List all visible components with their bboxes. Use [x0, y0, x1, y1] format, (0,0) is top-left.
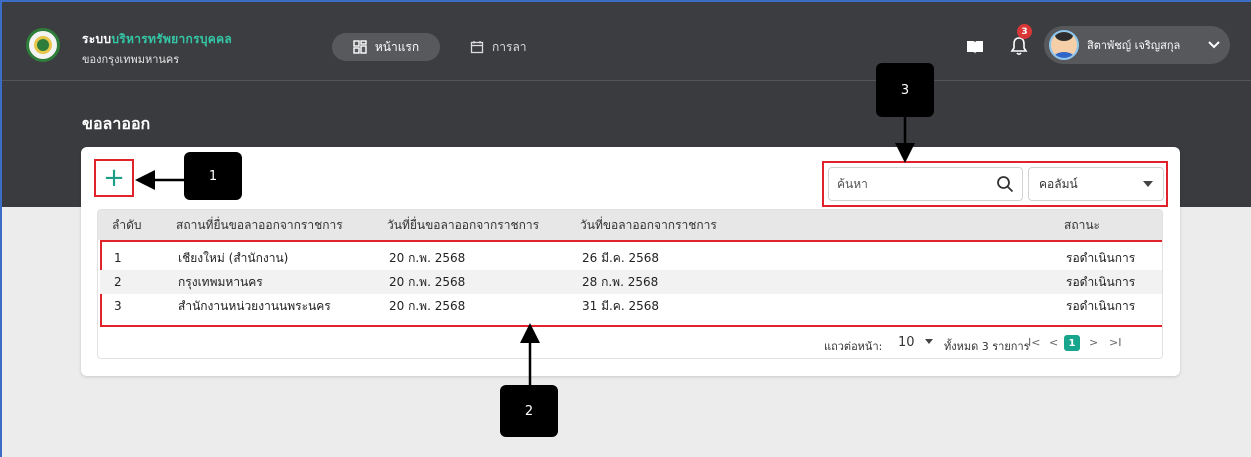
total-count-label: ทั้งหมด 3 รายการ: [944, 340, 1030, 353]
bell-icon: [1010, 37, 1028, 56]
book-icon: [967, 41, 983, 54]
callout-2: 2: [500, 385, 558, 437]
page-title: ขอลาออก: [82, 114, 151, 133]
dashboard-icon: [353, 40, 367, 54]
avatar: [1049, 30, 1079, 60]
row-resign-date: 31 มี.ค. 2568: [582, 298, 660, 313]
row-order: 3: [114, 299, 122, 313]
row-resign-date: 26 มี.ค. 2568: [582, 250, 660, 265]
column-header-resign-date[interactable]: วันที่ขอลาออกจากราชการ: [580, 210, 717, 240]
brand-subtitle: ของกรุงเทพมหานคร: [82, 53, 180, 66]
add-request-button[interactable]: +: [94, 159, 134, 197]
column-header-submit-date[interactable]: วันที่ยื่นขอลาออกจากราชการ: [387, 210, 539, 240]
bma-logo: [26, 28, 60, 62]
callout-1: 1: [184, 152, 242, 200]
search-icon[interactable]: [996, 175, 1014, 193]
caret-down-icon: [1143, 181, 1153, 187]
nav-home-label: หน้าแรก: [374, 39, 420, 54]
brand-title: ระบบบริหารทรัพยากรบุคคล: [82, 30, 232, 49]
resignation-list-card: + คอลัมน์ ลำดับ สถานที่ยื่นขอลาออกจากราช…: [81, 147, 1180, 376]
column-header-status[interactable]: สถานะ: [1064, 210, 1100, 240]
notification-count-badge: 3: [1017, 24, 1032, 39]
row-location: กรุงเทพมหานคร: [178, 274, 263, 289]
table-row[interactable]: 3 สำนักงานหน่วยงานนพระนคร 20 ก.พ. 2568 3…: [100, 294, 1162, 318]
column-header-location[interactable]: สถานที่ยื่นขอลาออกจากราชการ: [176, 210, 343, 240]
chevron-down-icon: [1208, 41, 1220, 49]
nav-leave-link[interactable]: การลา: [470, 33, 527, 61]
column-header-order[interactable]: ลำดับ: [112, 210, 142, 240]
search-input[interactable]: [828, 167, 1023, 201]
search-toolbar-highlight: คอลัมน์: [822, 161, 1168, 207]
column-select-label: คอลัมน์: [1039, 176, 1078, 191]
table-rows-highlight: 1 เชียงใหม่ (สำนักงาน) 20 ก.พ. 2568 26 ม…: [100, 240, 1162, 327]
next-page-button[interactable]: >: [1089, 336, 1098, 349]
row-status: รอดำเนินการ: [1066, 250, 1136, 265]
callout-3: 3: [876, 63, 934, 117]
previous-page-button[interactable]: <: [1049, 336, 1058, 349]
user-name: สิตาพัชญ์ เจริญสกุล: [1087, 39, 1181, 52]
current-page-button[interactable]: 1: [1064, 335, 1080, 351]
top-navigation-bar: ระบบบริหารทรัพยากรบุคคล ของกรุงเทพมหานคร…: [2, 2, 1251, 81]
resignation-table: ลำดับ สถานที่ยื่นขอลาออกจากราชการ วันที่…: [97, 209, 1163, 359]
calendar-icon: [470, 41, 484, 54]
caret-down-icon[interactable]: [924, 336, 934, 346]
row-status: รอดำเนินการ: [1066, 298, 1136, 313]
row-status: รอดำเนินการ: [1066, 274, 1136, 289]
rows-per-page-label: แถวต่อหน้า:: [824, 340, 883, 353]
brand-title-prefix: ระบบ: [82, 32, 112, 46]
logo-emblem-icon: [34, 36, 52, 54]
last-page-button[interactable]: >I: [1109, 336, 1121, 349]
row-location: เชียงใหม่ (สำนักงาน): [178, 250, 289, 265]
column-select[interactable]: คอลัมน์: [1028, 167, 1164, 201]
row-order: 1: [114, 251, 122, 265]
row-resign-date: 28 ก.พ. 2568: [582, 274, 659, 289]
screenshot-frame: ระบบบริหารทรัพยากรบุคคล ของกรุงเทพมหานคร…: [0, 0, 1251, 457]
brand-title-accent: บริหารทรัพยากรบุคคล: [111, 32, 233, 46]
nav-leave-label: การลา: [492, 39, 527, 54]
row-order: 2: [114, 275, 122, 289]
nav-home-button[interactable]: หน้าแรก: [332, 33, 440, 61]
pagination: แถวต่อหน้า: 10 ทั้งหมด 3 รายการ I< < 1 >…: [98, 328, 1162, 358]
manual-button[interactable]: [962, 34, 988, 60]
table-row[interactable]: 1 เชียงใหม่ (สำนักงาน) 20 ก.พ. 2568 26 ม…: [100, 246, 1162, 270]
table-row[interactable]: 2 กรุงเทพมหานคร 20 ก.พ. 2568 28 ก.พ. 256…: [100, 270, 1162, 294]
brand[interactable]: ระบบบริหารทรัพยากรบุคคล ของกรุงเทพมหานคร: [82, 30, 232, 68]
row-location: สำนักงานหน่วยงานนพระนคร: [178, 298, 331, 313]
first-page-button[interactable]: I<: [1028, 336, 1040, 349]
row-submit-date: 20 ก.พ. 2568: [389, 274, 466, 289]
rows-per-page-select[interactable]: 10: [898, 335, 915, 350]
row-submit-date: 20 ก.พ. 2568: [389, 250, 466, 265]
row-submit-date: 20 ก.พ. 2568: [389, 298, 466, 313]
table-header: ลำดับ สถานที่ยื่นขอลาออกจากราชการ วันที่…: [98, 210, 1162, 240]
user-menu-button[interactable]: สิตาพัชญ์ เจริญสกุล: [1044, 26, 1230, 64]
